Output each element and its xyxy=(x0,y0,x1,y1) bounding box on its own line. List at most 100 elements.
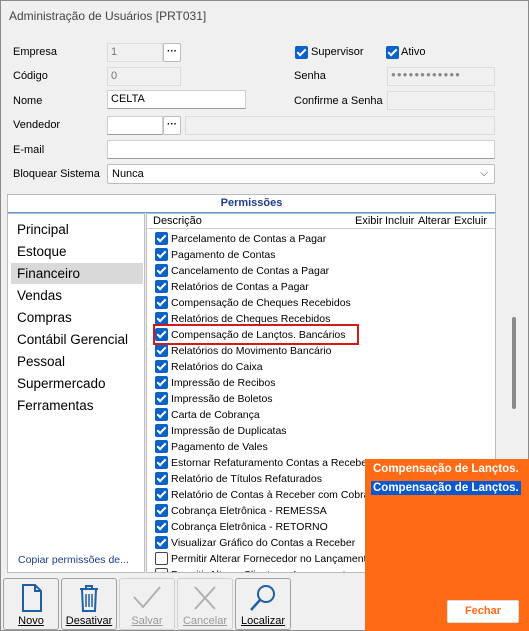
permission-label: Visualizar Gráfico do Contas a Receber xyxy=(171,537,356,549)
trash-icon xyxy=(80,585,98,612)
window-title: Administração de Usuários [PRT031] xyxy=(9,9,207,23)
codigo-field: 0 xyxy=(107,67,181,86)
permission-label: Relatórios de Contas a Pagar xyxy=(171,281,309,293)
popup-line1: Compensação de Lançtos. xyxy=(373,463,519,475)
email-label: E-mail xyxy=(13,144,45,156)
empresa-lookup-button[interactable]: ··· xyxy=(163,43,181,62)
permission-checkbox[interactable] xyxy=(155,264,168,277)
permission-checkbox[interactable] xyxy=(155,296,168,309)
vendedor-field[interactable] xyxy=(107,116,163,135)
permission-row[interactable]: Pagamento de Vales xyxy=(147,439,487,455)
permission-checkbox[interactable] xyxy=(155,520,168,533)
email-field[interactable] xyxy=(107,140,495,159)
permission-label: Impressão de Recibos xyxy=(171,377,276,389)
col-descricao: Descrição xyxy=(153,215,202,227)
permission-row[interactable]: Relatórios de Contas a Pagar xyxy=(147,279,487,295)
nav-item-financeiro[interactable]: Financeiro xyxy=(11,263,143,284)
bottom-toolbar: Novo Desativar Salvar Cancelar Localizar xyxy=(3,578,368,630)
empresa-field: 1 xyxy=(107,43,163,62)
confirme-senha-field[interactable] xyxy=(387,91,495,110)
permission-row[interactable]: Carta de Cobrança xyxy=(147,407,487,423)
copy-permissions-link[interactable]: Copiar permissões de... xyxy=(18,554,129,566)
permission-checkbox[interactable] xyxy=(155,392,168,405)
permission-label: Cancelamento de Contas a Pagar xyxy=(171,265,330,277)
permission-checkbox[interactable] xyxy=(155,280,168,293)
nav-item-principal[interactable]: Principal xyxy=(11,219,143,240)
nome-field[interactable]: CELTA xyxy=(107,90,246,109)
scrollbar-thumb[interactable] xyxy=(512,317,516,409)
checkmark-icon xyxy=(133,586,161,609)
supervisor-checkbox[interactable] xyxy=(295,46,308,59)
desativar-button[interactable]: Desativar xyxy=(61,578,117,630)
desativar-label: Desativar xyxy=(65,615,113,627)
permission-checkbox[interactable] xyxy=(155,552,168,565)
permission-label: Impressão de Boletos xyxy=(171,393,273,405)
bloquear-label: Bloquear Sistema xyxy=(13,168,100,180)
nav-item-ferramentas[interactable]: Ferramentas xyxy=(11,395,143,416)
permission-checkbox[interactable] xyxy=(155,424,168,437)
permission-label: Relatórios do Caixa xyxy=(171,361,263,373)
permission-checkbox[interactable] xyxy=(155,232,168,245)
senha-field[interactable]: ●●●●●●●●●●●● xyxy=(387,67,495,86)
salvar-button[interactable]: Salvar xyxy=(119,578,175,630)
nav-item-vendas[interactable]: Vendas xyxy=(11,285,143,306)
permissions-column-header: Descrição Exibir Incluir Alterar Excluir xyxy=(147,214,495,229)
localizar-label: Localizar xyxy=(240,615,286,627)
permission-checkbox[interactable] xyxy=(155,344,168,357)
permission-checkbox[interactable] xyxy=(155,440,168,453)
ativo-checkbox[interactable] xyxy=(386,46,399,59)
permission-label: Relatório de Contas à Receber com Cobran… xyxy=(171,489,387,501)
permission-row[interactable]: Impressão de Recibos xyxy=(147,375,487,391)
vendedor-name-field xyxy=(185,116,495,135)
permission-label: Cobrança Eletrônica - RETORNO xyxy=(171,521,328,533)
permission-checkbox[interactable] xyxy=(155,504,168,517)
nav-item-estoque[interactable]: Estoque xyxy=(11,241,143,262)
permission-label: Permitir Alterar Fornecedor no Lançament… xyxy=(171,553,373,565)
novo-label: Novo xyxy=(18,615,44,627)
senha-label: Senha xyxy=(294,70,326,82)
permission-row[interactable]: Impressão de Boletos xyxy=(147,391,487,407)
permission-label: Relatórios do Movimento Bancário xyxy=(171,345,332,357)
novo-button[interactable]: Novo xyxy=(3,578,59,630)
permission-label: Estornar Refaturamento Contas a Receber xyxy=(171,457,371,469)
bloquear-value: Nunca xyxy=(112,168,144,180)
permission-label: Relatório de Títulos Refaturados xyxy=(171,473,322,485)
bloquear-select[interactable]: Nunca ⌵ xyxy=(107,164,495,184)
permissions-header: Permissões xyxy=(7,194,496,213)
permission-checkbox[interactable] xyxy=(155,472,168,485)
permission-checkbox[interactable] xyxy=(155,408,168,421)
permission-row[interactable]: Relatórios do Movimento Bancário xyxy=(147,343,487,359)
codigo-label: Código xyxy=(13,70,48,82)
permission-row[interactable]: Impressão de Duplicatas xyxy=(147,423,487,439)
permission-row[interactable]: Pagamento de Contas xyxy=(147,247,487,263)
permission-checkbox[interactable] xyxy=(155,536,168,549)
nav-item-supermercado[interactable]: Supermercado xyxy=(11,373,143,394)
localizar-button[interactable]: Localizar xyxy=(235,578,291,630)
permission-row[interactable]: Parcelamento de Contas a Pagar xyxy=(147,231,487,247)
confirme-senha-label: Confirme a Senha xyxy=(294,95,383,107)
col-excluir: Excluir xyxy=(454,215,488,227)
empresa-label: Empresa xyxy=(13,46,58,58)
permission-row[interactable]: Compensação de Cheques Recebidos xyxy=(147,295,487,311)
permission-checkbox[interactable] xyxy=(155,360,168,373)
permission-label: Impressão de Duplicatas xyxy=(171,425,287,437)
nav-item-compras[interactable]: Compras xyxy=(11,307,143,328)
nav-item-pessoal[interactable]: Pessoal xyxy=(11,351,143,372)
cancelar-button[interactable]: Cancelar xyxy=(177,578,233,630)
cancelar-label: Cancelar xyxy=(182,615,228,627)
notification-popup: Compensação de Lançtos. Compensação de L… xyxy=(365,459,529,631)
permission-row[interactable]: Cancelamento de Contas a Pagar xyxy=(147,263,487,279)
salvar-label: Salvar xyxy=(131,615,163,627)
permission-row[interactable]: Relatórios do Caixa xyxy=(147,359,487,375)
permission-checkbox[interactable] xyxy=(155,568,168,572)
vendedor-lookup-button[interactable]: ··· xyxy=(163,116,181,135)
permission-checkbox[interactable] xyxy=(155,488,168,501)
new-document-icon xyxy=(22,584,42,612)
nav-item-contabil-gerencial[interactable]: Contábil Gerencial xyxy=(11,329,143,350)
title-bar: Administração de Usuários [PRT031] xyxy=(1,1,528,31)
permission-checkbox[interactable] xyxy=(155,248,168,261)
highlighted-row-frame xyxy=(153,324,359,345)
permission-checkbox[interactable] xyxy=(155,456,168,469)
permission-checkbox[interactable] xyxy=(155,376,168,389)
fechar-button[interactable]: Fechar xyxy=(447,600,519,623)
